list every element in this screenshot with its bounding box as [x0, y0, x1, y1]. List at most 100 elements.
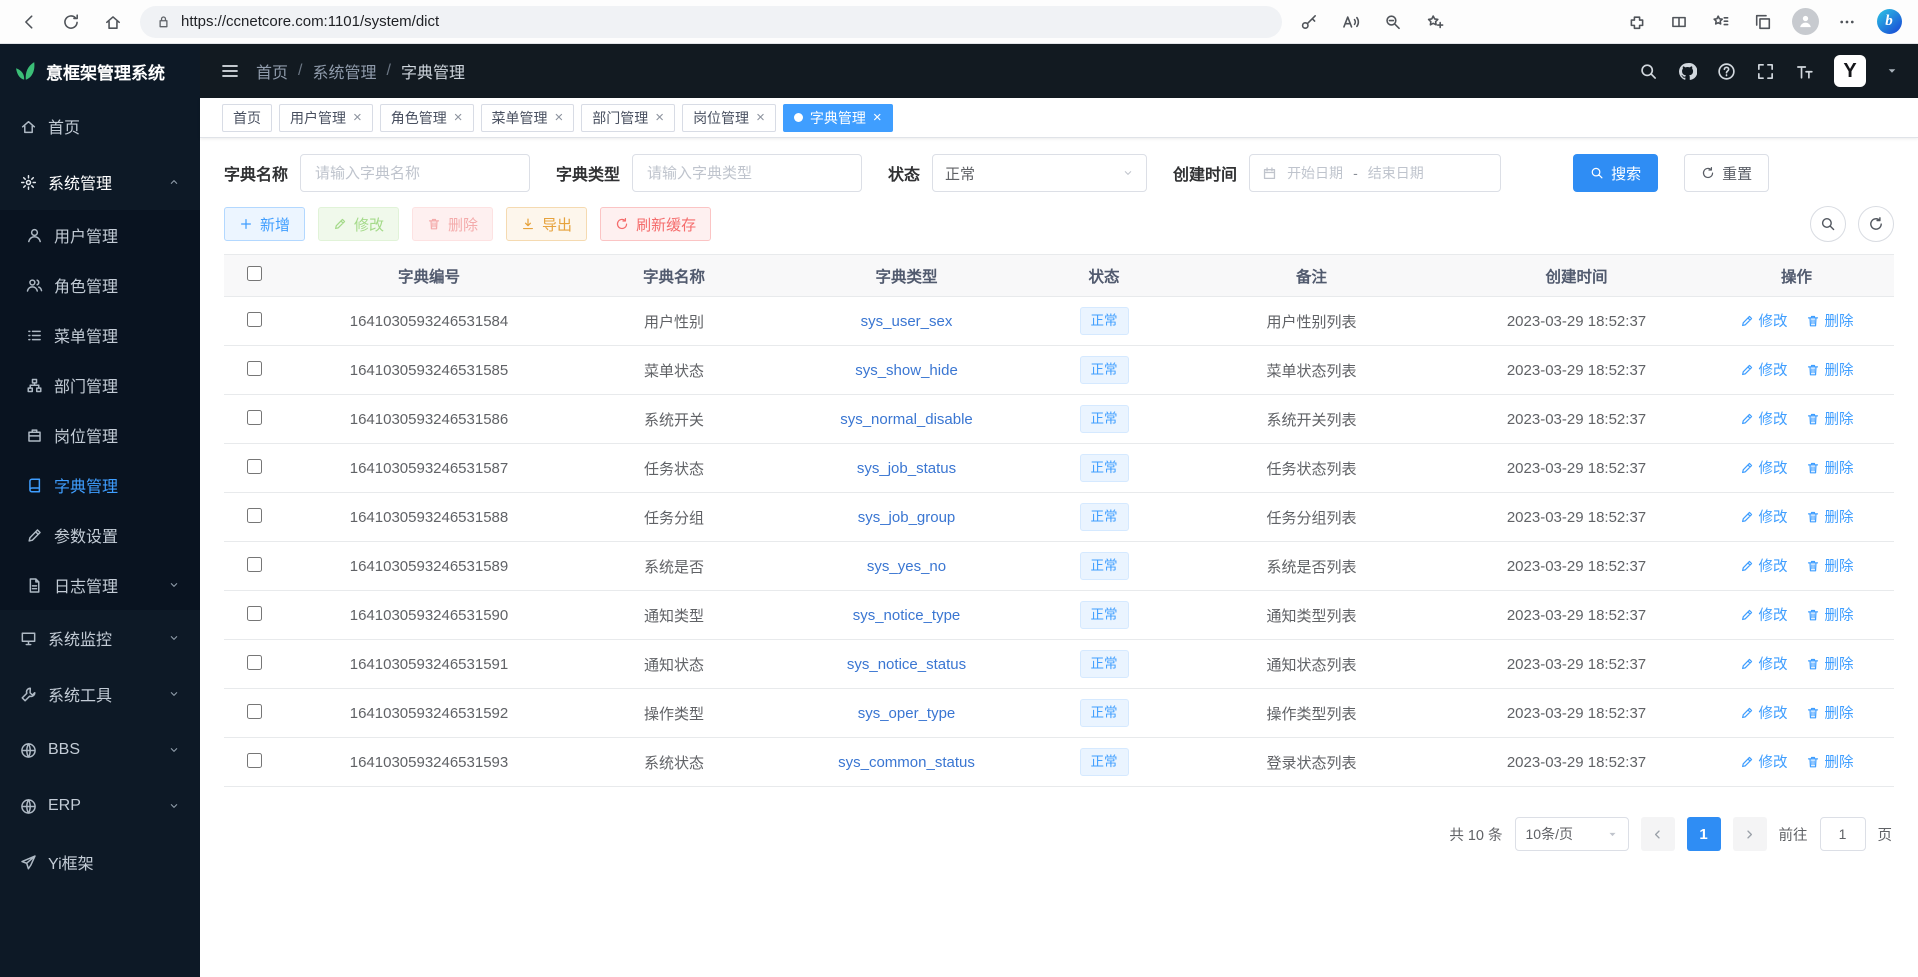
reset-button[interactable]: 重置 [1684, 154, 1769, 192]
tab-item-7[interactable]: 字典管理× [783, 104, 893, 132]
reload-button[interactable] [50, 2, 92, 42]
tab-item-2[interactable]: 用户管理× [279, 104, 373, 132]
address-bar[interactable]: https://ccnetcore.com:1101/system/dict [140, 6, 1282, 38]
zoom-button[interactable] [1372, 2, 1414, 42]
tab-item-1[interactable]: 首页 [222, 104, 272, 132]
sidebar-item-bbs[interactable]: BBS [0, 722, 200, 778]
row-edit-button[interactable]: 修改 [1740, 310, 1788, 331]
sidebar-item-dept-mgmt[interactable]: 部门管理 [0, 360, 200, 410]
sidebar-item-param-settings[interactable]: 参数设置 [0, 510, 200, 560]
caret-down-icon[interactable] [1886, 65, 1898, 77]
settings-more-button[interactable] [1826, 2, 1868, 42]
breadcrumb-item[interactable]: 系统管理 [312, 59, 376, 83]
row-delete-button[interactable]: 删除 [1806, 702, 1854, 723]
row-delete-button[interactable]: 删除 [1806, 751, 1854, 772]
row-delete-button[interactable]: 删除 [1806, 604, 1854, 625]
search-icon[interactable] [1639, 62, 1658, 81]
row-checkbox[interactable] [247, 410, 262, 425]
sidebar-item-user-mgmt[interactable]: 用户管理 [0, 210, 200, 260]
tab-item-3[interactable]: 角色管理× [380, 104, 474, 132]
tab-item-4[interactable]: 菜单管理× [481, 104, 575, 132]
close-icon[interactable]: × [454, 110, 463, 125]
row-checkbox[interactable] [247, 753, 262, 768]
fullscreen-icon[interactable] [1756, 62, 1775, 81]
password-key-button[interactable] [1288, 2, 1330, 42]
refresh-cache-button[interactable]: 刷新缓存 [600, 207, 711, 241]
row-delete-button[interactable]: 删除 [1806, 457, 1854, 478]
collections-button[interactable] [1742, 2, 1784, 42]
sidebar-item-system-monitor[interactable]: 系统监控 [0, 610, 200, 666]
dict-type-link[interactable]: sys_notice_type [853, 607, 961, 624]
row-edit-button[interactable]: 修改 [1740, 604, 1788, 625]
row-delete-button[interactable]: 删除 [1806, 555, 1854, 576]
row-edit-button[interactable]: 修改 [1740, 702, 1788, 723]
row-edit-button[interactable]: 修改 [1740, 359, 1788, 380]
sidebar-item-dict-mgmt[interactable]: 字典管理 [0, 460, 200, 510]
breadcrumb-item[interactable]: 首页 [256, 59, 288, 83]
back-button[interactable] [8, 2, 50, 42]
row-checkbox[interactable] [247, 557, 262, 572]
dict-type-link[interactable]: sys_show_hide [855, 362, 958, 379]
github-icon[interactable] [1678, 62, 1697, 81]
read-aloud-button[interactable] [1330, 2, 1372, 42]
tab-item-5[interactable]: 部门管理× [581, 104, 675, 132]
row-checkbox[interactable] [247, 655, 262, 670]
sidebar-item-menu-mgmt[interactable]: 菜单管理 [0, 310, 200, 360]
prev-page-button[interactable] [1641, 817, 1675, 851]
dict-type-link[interactable]: sys_normal_disable [840, 411, 973, 428]
row-checkbox[interactable] [247, 459, 262, 474]
dict-type-link[interactable]: sys_job_group [858, 509, 956, 526]
next-page-button[interactable] [1733, 817, 1767, 851]
row-delete-button[interactable]: 删除 [1806, 506, 1854, 527]
close-icon[interactable]: × [555, 110, 564, 125]
help-icon[interactable] [1717, 62, 1736, 81]
dict-type-link[interactable]: sys_common_status [838, 754, 975, 771]
home-button[interactable] [92, 2, 134, 42]
row-checkbox[interactable] [247, 704, 262, 719]
close-icon[interactable]: × [756, 110, 765, 125]
row-edit-button[interactable]: 修改 [1740, 506, 1788, 527]
sidebar-item-erp[interactable]: ERP [0, 778, 200, 834]
dict-type-link[interactable]: sys_job_status [857, 460, 956, 477]
goto-page-input[interactable] [1820, 817, 1866, 851]
favorites-button[interactable] [1700, 2, 1742, 42]
sidebar-item-log-mgmt[interactable]: 日志管理 [0, 560, 200, 610]
row-edit-button[interactable]: 修改 [1740, 751, 1788, 772]
row-edit-button[interactable]: 修改 [1740, 408, 1788, 429]
delete-button[interactable]: 删除 [412, 207, 493, 241]
sidebar-item-yi-framework[interactable]: Yi框架 [0, 834, 200, 890]
user-avatar-logo[interactable]: Y [1834, 55, 1866, 87]
row-delete-button[interactable]: 删除 [1806, 310, 1854, 331]
sidebar-item-home[interactable]: 首页 [0, 98, 200, 154]
status-select[interactable]: 正常 [932, 154, 1147, 192]
page-number-button[interactable]: 1 [1687, 817, 1721, 851]
collapse-sidebar-icon[interactable] [220, 61, 240, 81]
close-icon[interactable]: × [655, 110, 664, 125]
export-button[interactable]: 导出 [506, 207, 587, 241]
row-edit-button[interactable]: 修改 [1740, 457, 1788, 478]
sidebar-item-system-tools[interactable]: 系统工具 [0, 666, 200, 722]
close-icon[interactable]: × [353, 110, 362, 125]
profile-button[interactable] [1784, 2, 1826, 42]
row-edit-button[interactable]: 修改 [1740, 653, 1788, 674]
row-checkbox[interactable] [247, 361, 262, 376]
row-checkbox[interactable] [247, 606, 262, 621]
select-all-checkbox[interactable] [247, 266, 262, 281]
dict-type-link[interactable]: sys_user_sex [861, 313, 953, 330]
edit-button[interactable]: 修改 [318, 207, 399, 241]
sidebar-item-post-mgmt[interactable]: 岗位管理 [0, 410, 200, 460]
tab-item-6[interactable]: 岗位管理× [682, 104, 776, 132]
add-favorite-button[interactable] [1414, 2, 1456, 42]
add-button[interactable]: 新增 [224, 207, 305, 241]
sidebar-item-role-mgmt[interactable]: 角色管理 [0, 260, 200, 310]
dict-name-input[interactable] [300, 154, 530, 192]
dict-type-link[interactable]: sys_notice_status [847, 656, 966, 673]
dict-type-input[interactable] [632, 154, 862, 192]
bing-chat-button[interactable]: b [1868, 2, 1910, 42]
row-checkbox[interactable] [247, 312, 262, 327]
date-range-picker[interactable]: 开始日期 - 结束日期 [1249, 154, 1501, 192]
dict-type-link[interactable]: sys_oper_type [858, 705, 956, 722]
sidebar-item-system-mgmt[interactable]: 系统管理 [0, 154, 200, 210]
refresh-table-button[interactable] [1858, 206, 1894, 242]
close-icon[interactable]: × [873, 110, 882, 125]
